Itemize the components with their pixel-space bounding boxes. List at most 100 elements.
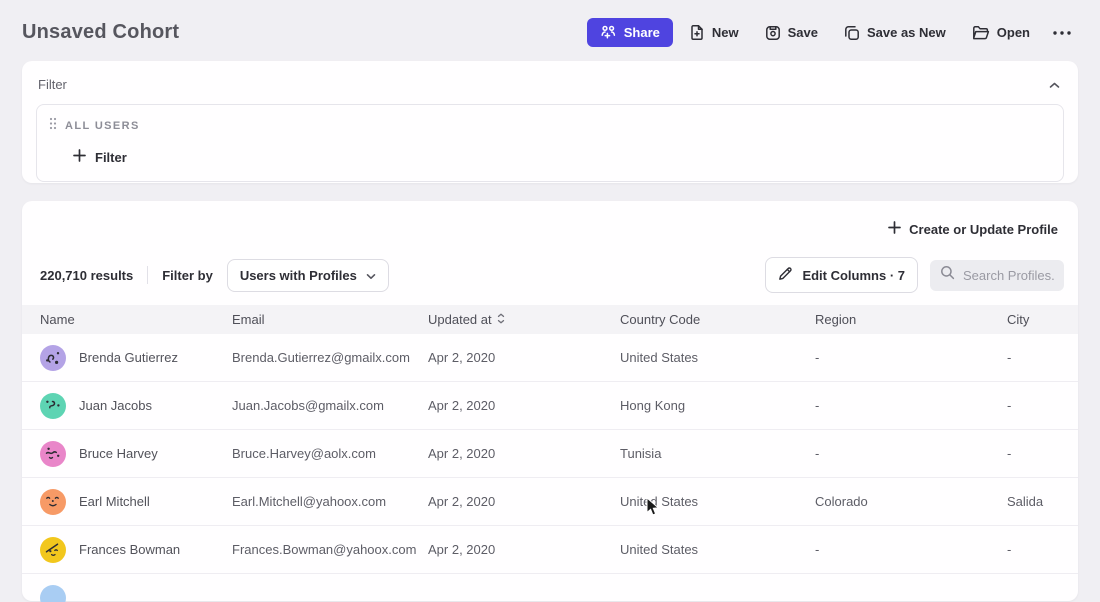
column-header-city[interactable]: City — [1007, 312, 1060, 327]
action-buttons: Share New Save Save as New Open — [587, 18, 1078, 47]
table-row[interactable] — [22, 574, 1078, 602]
plus-icon — [73, 149, 86, 165]
table-header: Name Email Updated at Country Code Regio… — [22, 305, 1078, 334]
filter-group-label: ALL USERS — [65, 120, 140, 132]
chevron-down-icon — [366, 268, 376, 283]
profile-updated-at: Apr 2, 2020 — [428, 398, 620, 413]
profile-email: Brenda.Gutierrez@gmailx.com — [232, 350, 428, 365]
table-row[interactable]: Juan Jacobs Juan.Jacobs@gmailx.com Apr 2… — [22, 382, 1078, 430]
avatar — [40, 441, 66, 467]
profile-region-value: United States — [620, 494, 815, 509]
profile-name: Earl Mitchell — [79, 494, 150, 509]
profile-updated-at: Apr 2, 2020 — [428, 446, 620, 461]
avatar — [40, 537, 66, 563]
profile-name: Frances Bowman — [79, 542, 180, 557]
profile-email: Frances.Bowman@yahoox.com — [232, 542, 428, 557]
share-button[interactable]: Share — [587, 18, 673, 47]
save-as-new-button[interactable]: Save as New — [834, 19, 956, 47]
profile-country-code: United States — [620, 350, 815, 365]
table-toolbar: 220,710 results Filter by Users with Pro… — [22, 249, 1078, 305]
toolbar-left: 220,710 results Filter by Users with Pro… — [40, 259, 389, 292]
search-profiles-input[interactable] — [963, 268, 1054, 283]
avatar — [40, 345, 66, 371]
open-button[interactable]: Open — [962, 19, 1040, 46]
profiles-panel: Create or Update Profile 220,710 results… — [22, 201, 1078, 601]
filter-group-header: ALL USERS — [49, 117, 1051, 135]
new-button[interactable]: New — [679, 18, 749, 47]
save-button-label: Save — [788, 26, 818, 39]
edit-columns-button[interactable]: Edit Columns · 7 — [765, 257, 918, 293]
new-button-label: New — [712, 26, 739, 39]
add-filter-label: Filter — [95, 150, 127, 165]
chevron-up-icon — [1049, 77, 1060, 92]
plus-icon — [888, 221, 901, 237]
filter-panel-title: Filter — [38, 77, 67, 92]
profile-name-cell: Earl Mitchell — [40, 489, 232, 515]
profile-region: - — [815, 398, 1007, 413]
profile-updated-at: Apr 2, 2020 — [428, 350, 620, 365]
add-filter-button[interactable]: Filter — [73, 149, 127, 165]
save-button[interactable]: Save — [755, 19, 828, 47]
results-count: 220,710 results — [40, 268, 133, 283]
profile-city: - — [1007, 542, 1060, 557]
column-header-region[interactable]: Region — [815, 312, 1007, 327]
table-row[interactable]: Brenda Gutierrez Brenda.Gutierrez@gmailx… — [22, 334, 1078, 382]
filter-group: ALL USERS Filter — [36, 104, 1064, 182]
profile-city: Salida — [1007, 494, 1060, 509]
more-options-button[interactable] — [1046, 24, 1078, 42]
divider — [147, 266, 148, 284]
topbar: Unsaved Cohort Share New Save Save as Ne… — [0, 0, 1100, 61]
profile-email: Juan.Jacobs@gmailx.com — [232, 398, 428, 413]
open-button-label: Open — [997, 26, 1030, 39]
profile-updated-at: Apr 2, 2020 — [428, 542, 620, 557]
page-title: Unsaved Cohort — [22, 21, 179, 44]
profile-country-code: Hong Kong — [620, 398, 815, 413]
save-icon — [765, 25, 781, 41]
profile-name: Bruce Harvey — [79, 446, 158, 461]
avatar — [40, 393, 66, 419]
users-with-profiles-value: Users with Profiles — [240, 268, 357, 283]
column-header-updated-at[interactable]: Updated at — [428, 312, 620, 327]
share-button-label: Share — [624, 26, 660, 39]
column-header-country-code[interactable]: Country Code — [620, 312, 815, 327]
filter-panel: Filter ALL USERS Filter — [22, 61, 1078, 183]
profile-city: - — [1007, 446, 1060, 461]
new-file-icon — [689, 24, 705, 41]
filter-by-label: Filter by — [162, 268, 213, 283]
profile-city: - — [1007, 350, 1060, 365]
profile-region: - — [815, 350, 1007, 365]
share-people-icon — [600, 25, 617, 40]
create-or-update-profile-button[interactable]: Create or Update Profile — [886, 215, 1060, 243]
filter-panel-header: Filter — [36, 73, 1064, 104]
drag-handle-icon[interactable] — [49, 117, 57, 135]
avatar — [40, 585, 66, 602]
profile-name-cell — [40, 585, 232, 602]
sort-icon — [497, 312, 505, 327]
profile-region: - — [815, 446, 1007, 461]
create-row: Create or Update Profile — [22, 211, 1078, 249]
collapse-filter-button[interactable] — [1047, 75, 1062, 94]
copy-icon — [844, 25, 860, 41]
profile-name-cell: Juan Jacobs — [40, 393, 232, 419]
profile-email: Bruce.Harvey@aolx.com — [232, 446, 428, 461]
create-or-update-profile-label: Create or Update Profile — [909, 222, 1058, 237]
profile-updated-at: Apr 2, 2020 — [428, 494, 620, 509]
search-box — [930, 260, 1064, 291]
pencil-icon — [778, 266, 793, 284]
folder-icon — [972, 25, 990, 40]
profile-name: Brenda Gutierrez — [79, 350, 178, 365]
profile-name-cell: Bruce Harvey — [40, 441, 232, 467]
table-row[interactable]: Frances Bowman Frances.Bowman@yahoox.com… — [22, 526, 1078, 574]
three-dots-icon — [1052, 30, 1072, 36]
profile-email: Earl.Mitchell@yahoox.com — [232, 494, 428, 509]
table-row[interactable]: Earl Mitchell Earl.Mitchell@yahoox.com A… — [22, 478, 1078, 526]
users-with-profiles-dropdown[interactable]: Users with Profiles — [227, 259, 389, 292]
column-header-name[interactable]: Name — [40, 312, 232, 327]
column-header-email[interactable]: Email — [232, 312, 428, 327]
toolbar-right: Edit Columns · 7 — [765, 257, 1064, 293]
profile-country-code: Tunisia — [620, 446, 815, 461]
table-row[interactable]: Bruce Harvey Bruce.Harvey@aolx.com Apr 2… — [22, 430, 1078, 478]
profile-name: Juan Jacobs — [79, 398, 152, 413]
search-icon — [940, 265, 955, 285]
profile-name-cell: Frances Bowman — [40, 537, 232, 563]
